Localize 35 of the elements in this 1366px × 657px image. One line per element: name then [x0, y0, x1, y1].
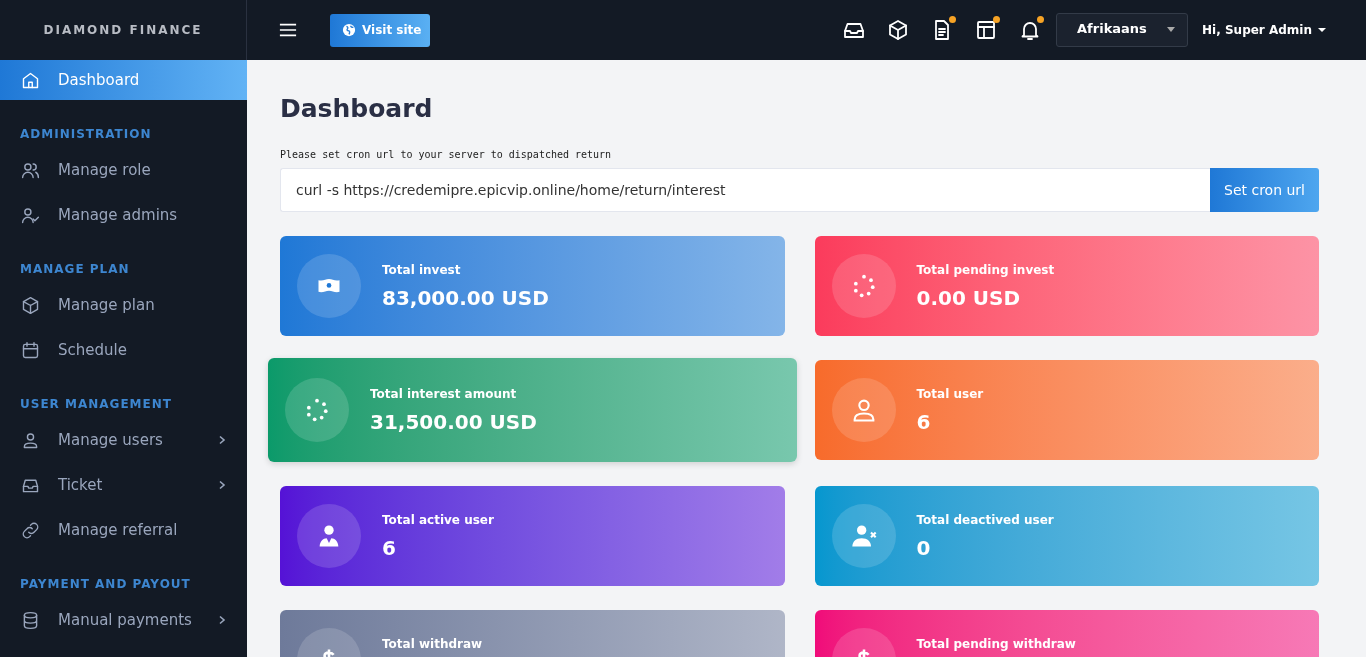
cron-url-field[interactable]: curl -s https://credemipre.epicvip.online/home/return/interest: [280, 168, 1210, 212]
page-title: Dashboard: [280, 94, 434, 123]
stat-label: Total active user: [382, 512, 494, 527]
sidebar-item[interactable]: Manual payments: [0, 600, 247, 640]
stat-value: 83,000.00 USD: [382, 285, 549, 310]
stat-label: Total deactived user: [916, 512, 1054, 527]
section-heading: ADMINISTRATION: [19, 126, 153, 143]
language-dropdown[interactable]: Afrikaans: [1056, 13, 1189, 47]
stat-value: 0: [916, 535, 932, 560]
stat-label: Total withdraw: [382, 636, 483, 651]
stat-value: 6: [916, 409, 932, 434]
globe-icon: [342, 23, 356, 37]
stat-value: 0.00 USD: [916, 285, 1022, 310]
stat-value: 31,500.00 USD: [370, 409, 537, 434]
stat-label: Total user: [916, 386, 984, 401]
section-heading: USER MANAGEMENT: [19, 396, 173, 413]
cron-hint: Please set cron url to your server to dispatched return: [280, 149, 613, 160]
sidebar-item[interactable]: Manage users: [0, 420, 247, 460]
sidebar-item[interactable]: Manage referral: [0, 510, 247, 550]
sidebar-item[interactable]: Manage plan: [0, 285, 247, 325]
section-heading: PAYMENT AND PAYOUT: [19, 576, 192, 593]
calendar-icon: [20, 339, 41, 361]
sidebar-item[interactable]: Ticket: [0, 465, 247, 505]
user-menu[interactable]: Hi, Super Admin: [1202, 23, 1326, 37]
sidebar-item[interactable]: Manage admins: [0, 195, 247, 235]
stat-label: Total pending withdraw: [916, 636, 1076, 651]
stat-label: Total invest: [382, 262, 462, 277]
sidebar-item[interactable]: Schedule: [0, 330, 247, 370]
menu-icon[interactable]: [279, 23, 297, 37]
section-heading: MANAGE PLAN: [19, 261, 131, 278]
box-icon: [20, 294, 41, 316]
sidebar-item[interactable]: Manage role: [0, 150, 247, 190]
stat-label: Total pending invest: [916, 262, 1055, 277]
stat-label: Total interest amount: [370, 386, 518, 401]
stat-value: 6: [382, 535, 397, 560]
